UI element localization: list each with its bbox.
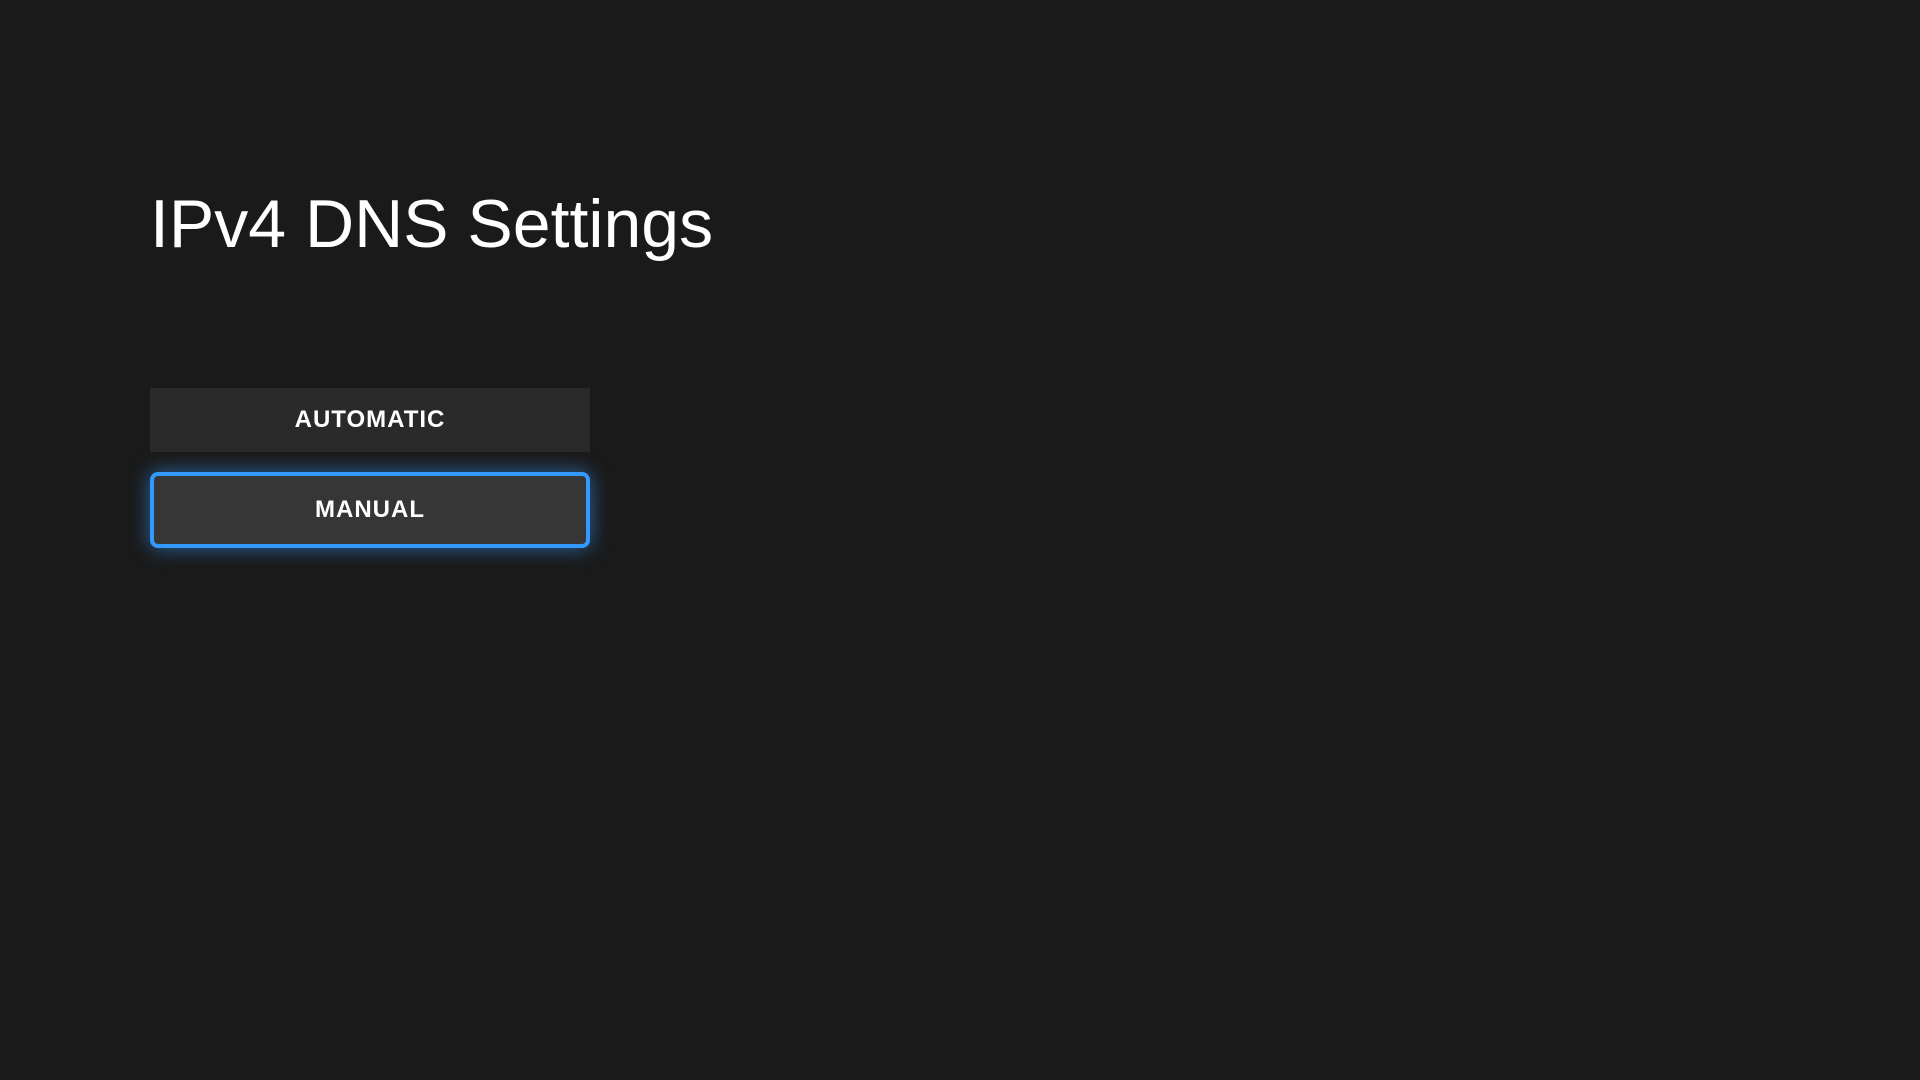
dns-options-list: AUTOMATIC MANUAL	[150, 388, 1920, 548]
manual-option-button[interactable]: MANUAL	[150, 472, 590, 548]
option-label: AUTOMATIC	[295, 406, 446, 434]
page-title: IPv4 DNS Settings	[150, 185, 1920, 263]
settings-container: IPv4 DNS Settings AUTOMATIC MANUAL	[0, 0, 1920, 548]
automatic-option-button[interactable]: AUTOMATIC	[150, 388, 590, 452]
option-label: MANUAL	[315, 496, 425, 524]
